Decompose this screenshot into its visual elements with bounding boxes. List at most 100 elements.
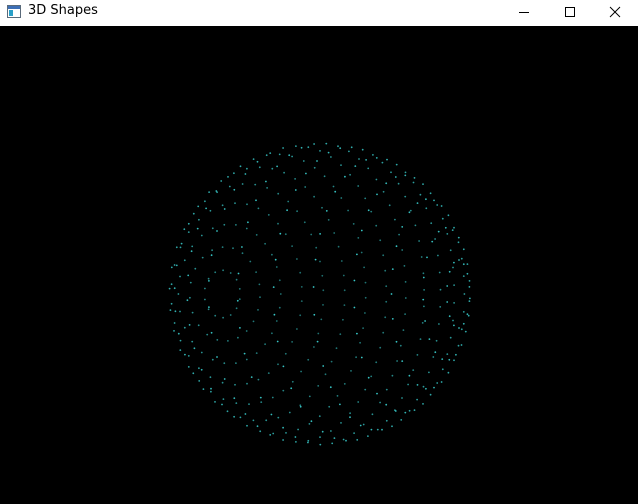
sphere-point xyxy=(258,166,261,169)
sphere-point xyxy=(332,185,335,188)
sphere-point xyxy=(404,313,406,315)
sphere-point xyxy=(353,432,355,434)
sphere-point xyxy=(432,356,435,358)
sphere-point xyxy=(394,218,396,221)
sphere-point xyxy=(256,425,259,428)
sphere-point xyxy=(437,254,439,257)
sphere-point xyxy=(255,234,258,236)
sphere-point xyxy=(266,187,268,189)
sphere-point xyxy=(453,302,455,304)
sphere-point xyxy=(349,412,351,415)
sphere-point xyxy=(222,398,225,400)
app-window-icon xyxy=(7,4,21,18)
sphere-point xyxy=(257,207,260,210)
sphere-point xyxy=(259,396,262,399)
sphere-point xyxy=(353,306,356,309)
sphere-point xyxy=(227,340,229,342)
sphere-point xyxy=(238,298,241,300)
sphere-point xyxy=(321,430,324,433)
sphere-point xyxy=(319,260,321,263)
sphere-point xyxy=(257,309,259,311)
sphere-point xyxy=(460,257,463,260)
sphere-point xyxy=(367,435,369,437)
sphere-point xyxy=(416,202,419,205)
sphere-point xyxy=(435,339,438,342)
sphere-point xyxy=(422,272,425,275)
sphere-point xyxy=(350,146,353,149)
sphere-point xyxy=(271,167,274,170)
sphere-point xyxy=(170,302,173,305)
sphere-point xyxy=(396,360,398,362)
sphere-point xyxy=(367,376,370,379)
sphere-point xyxy=(170,266,173,269)
sphere-point xyxy=(265,419,268,422)
sphere-point xyxy=(370,210,373,213)
sphere-point xyxy=(327,151,330,154)
sphere-point xyxy=(331,442,334,445)
sphere-point xyxy=(216,230,218,232)
sphere-point xyxy=(395,163,398,166)
sphere-point xyxy=(408,211,411,214)
sphere-point xyxy=(453,261,455,264)
sphere-point xyxy=(381,161,384,164)
sphere-point xyxy=(234,383,236,386)
sphere-point xyxy=(321,274,324,277)
sphere-point xyxy=(342,438,345,441)
sphere-point xyxy=(196,227,199,230)
sphere-point xyxy=(294,189,297,191)
render-canvas[interactable] xyxy=(0,26,638,504)
sphere-point xyxy=(446,301,449,303)
title-bar[interactable]: 3D Shapes xyxy=(0,0,638,26)
sphere-point xyxy=(414,224,417,227)
sphere-point xyxy=(275,320,278,322)
sphere-point xyxy=(295,441,297,443)
sphere-point xyxy=(180,242,183,245)
sphere-point xyxy=(313,195,315,198)
sphere-point xyxy=(246,382,248,385)
sphere-point xyxy=(402,329,405,331)
minimize-button[interactable] xyxy=(501,0,547,24)
sphere-point xyxy=(246,167,248,170)
sphere-point xyxy=(336,395,339,397)
sphere-point xyxy=(453,324,455,327)
sphere-point xyxy=(170,283,173,286)
close-button[interactable] xyxy=(592,0,638,24)
sphere-point xyxy=(444,226,447,229)
sphere-point xyxy=(413,177,416,179)
sphere-point xyxy=(302,160,305,162)
sphere-point xyxy=(210,331,213,334)
sphere-point xyxy=(255,199,257,202)
sphere-point xyxy=(286,209,288,212)
sphere-point xyxy=(233,397,236,400)
sphere-point xyxy=(376,428,379,431)
sphere-point xyxy=(438,271,441,274)
sphere-point xyxy=(269,434,272,436)
sphere-point xyxy=(359,424,362,427)
sphere-point xyxy=(175,264,178,267)
sphere-point xyxy=(384,316,387,319)
sphere-point xyxy=(296,328,298,330)
sphere-point xyxy=(173,322,176,324)
sphere-point xyxy=(375,157,378,159)
sphere-point xyxy=(388,204,391,207)
sphere-point xyxy=(320,318,323,321)
maximize-button[interactable] xyxy=(547,0,593,24)
sphere-point xyxy=(307,441,309,444)
sphere-point xyxy=(319,233,321,235)
sphere-point xyxy=(316,340,319,343)
close-icon xyxy=(609,3,621,22)
sphere-point xyxy=(375,224,378,227)
sphere-point xyxy=(310,420,313,423)
sphere-point xyxy=(404,281,407,283)
sphere-point xyxy=(317,385,320,387)
sphere-point xyxy=(362,327,364,329)
sphere-point xyxy=(438,323,440,325)
sphere-point xyxy=(208,280,210,282)
sphere-point xyxy=(223,208,226,210)
sphere-point xyxy=(179,246,182,249)
sphere-point xyxy=(372,154,374,156)
sphere-point xyxy=(234,202,236,205)
sphere-point xyxy=(379,239,382,242)
sphere-point xyxy=(422,183,424,186)
sphere-point xyxy=(245,227,248,230)
